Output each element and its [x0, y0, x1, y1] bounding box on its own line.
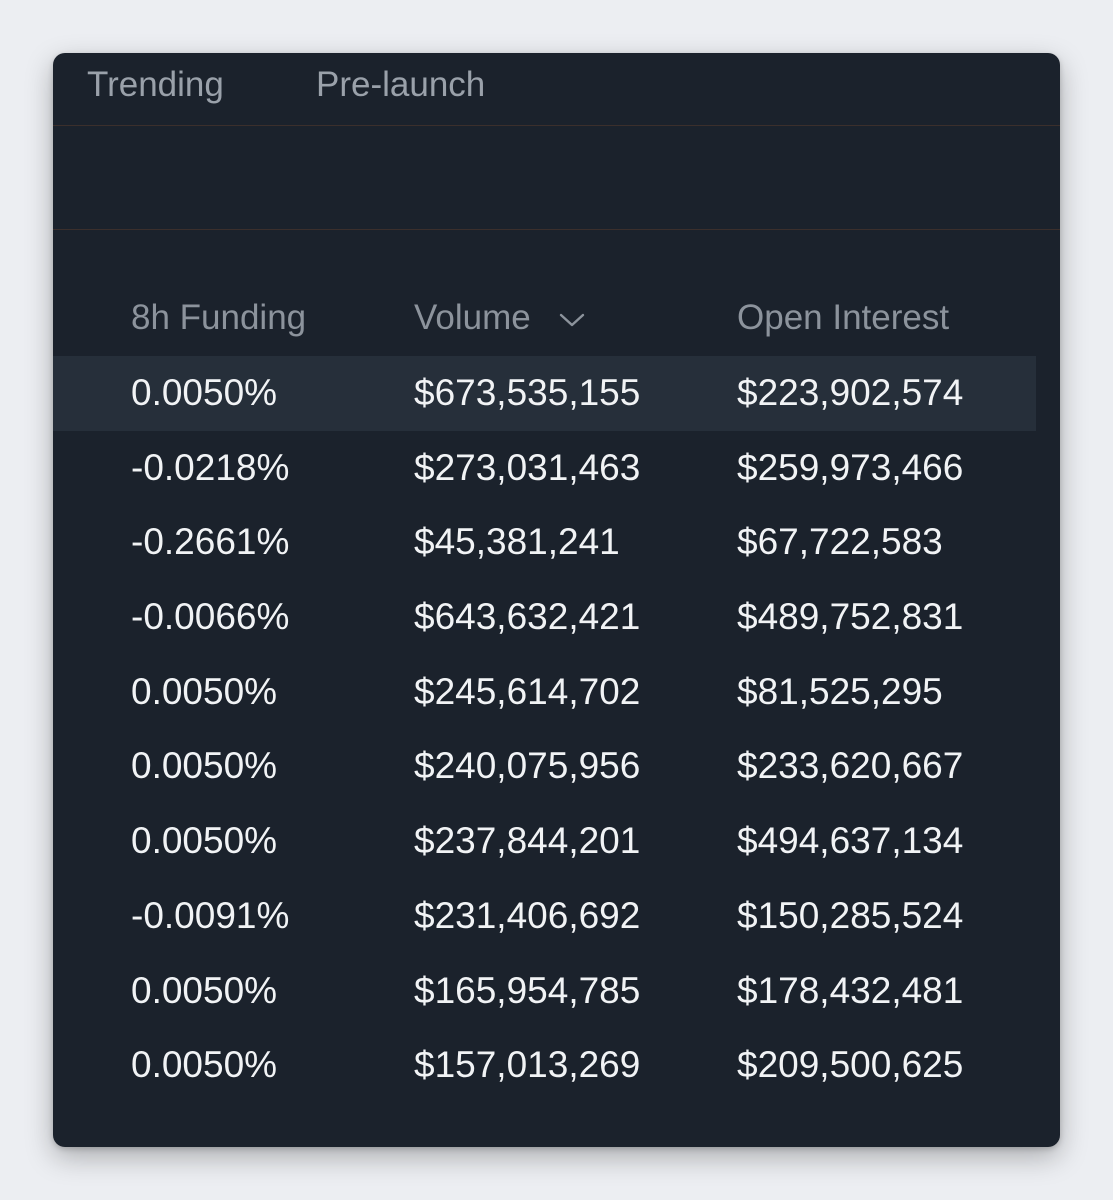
open-interest-cell: $489,752,831	[737, 596, 964, 638]
volume-cell: $165,954,785	[414, 969, 641, 1011]
column-header-open-interest[interactable]: Open Interest	[737, 293, 949, 343]
volume-cell: $643,632,421	[414, 596, 641, 638]
open-interest-cell: $223,902,574	[737, 372, 964, 413]
market-tabs: Trending Pre-launch	[53, 53, 1060, 126]
funding-cell: 0.0050%	[131, 1044, 278, 1086]
table-row[interactable]: -0.0218% $273,031,463 $259,973,466	[53, 431, 1036, 506]
column-header-funding[interactable]: 8h Funding	[131, 293, 306, 343]
funding-cell: 0.0050%	[131, 745, 278, 787]
open-interest-cell: $150,285,524	[737, 894, 964, 936]
volume-cell: $245,614,702	[414, 670, 641, 712]
open-interest-cell: $233,620,667	[737, 745, 964, 787]
filter-strip	[53, 126, 1060, 230]
funding-cell: 0.0050%	[131, 820, 278, 862]
funding-cell: 0.0050%	[131, 372, 278, 413]
table-row[interactable]: 0.0050% $237,844,201 $494,637,134	[53, 804, 1036, 879]
open-interest-cell: $494,637,134	[737, 820, 964, 862]
open-interest-cell: $81,525,295	[737, 670, 943, 712]
market-table-body: 0.0050% $673,535,155 $223,902,574 -0.021…	[53, 356, 1036, 1103]
table-row[interactable]: -0.0091% $231,406,692 $150,285,524	[53, 879, 1036, 954]
table-row[interactable]: -0.2661% $45,381,241 $67,722,583	[53, 505, 1036, 580]
funding-cell: -0.0218%	[131, 446, 290, 488]
volume-cell: $45,381,241	[414, 521, 620, 563]
table-row[interactable]: 0.0050% $165,954,785 $178,432,481	[53, 954, 1036, 1029]
funding-cell: 0.0050%	[131, 670, 278, 712]
funding-cell: -0.0091%	[131, 894, 290, 936]
volume-cell: $240,075,956	[414, 745, 641, 787]
table-row[interactable]: 0.0050% $673,535,155 $223,902,574	[53, 356, 1036, 431]
volume-cell: $673,535,155	[414, 372, 641, 413]
funding-cell: 0.0050%	[131, 969, 278, 1011]
volume-cell: $157,013,269	[414, 1044, 641, 1086]
tab-trending[interactable]: Trending	[87, 63, 224, 107]
funding-cell: -0.2661%	[131, 521, 290, 563]
table-row[interactable]: 0.0050% $240,075,956 $233,620,667	[53, 729, 1036, 804]
column-header-volume-label: Volume	[414, 298, 531, 337]
open-interest-cell: $259,973,466	[737, 446, 964, 488]
open-interest-cell: $67,722,583	[737, 521, 943, 563]
open-interest-cell: $178,432,481	[737, 969, 964, 1011]
table-row[interactable]: 0.0050% $157,013,269 $209,500,625	[53, 1028, 1036, 1103]
volume-cell: $237,844,201	[414, 820, 641, 862]
tab-pre-launch[interactable]: Pre-launch	[316, 63, 485, 107]
funding-cell: -0.0066%	[131, 596, 290, 638]
volume-cell: $273,031,463	[414, 446, 641, 488]
table-header: 8h Funding Volume Open Interest	[53, 293, 1060, 343]
column-header-volume[interactable]: Volume	[414, 293, 586, 343]
chevron-down-icon[interactable]	[558, 293, 586, 343]
table-row[interactable]: -0.0066% $643,632,421 $489,752,831	[53, 580, 1036, 655]
volume-cell: $231,406,692	[414, 894, 641, 936]
markets-panel: Trending Pre-launch 8h Funding Volume Op…	[53, 53, 1060, 1147]
open-interest-cell: $209,500,625	[737, 1044, 964, 1086]
table-row[interactable]: 0.0050% $245,614,702 $81,525,295	[53, 655, 1036, 730]
